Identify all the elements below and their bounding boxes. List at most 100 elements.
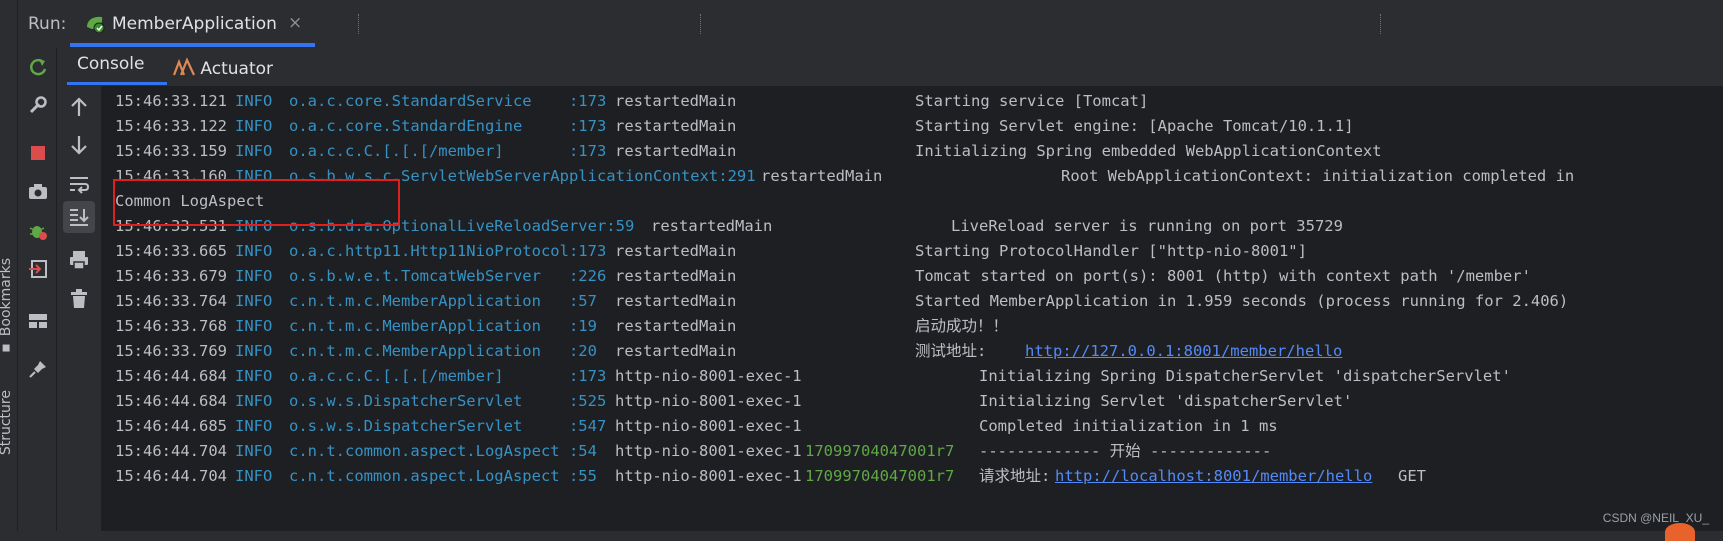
rerun-icon[interactable] bbox=[27, 56, 49, 78]
log-level: INFO bbox=[235, 367, 273, 385]
trash-icon[interactable] bbox=[68, 288, 90, 310]
log-thread: http-nio-8001-exec-1 bbox=[615, 367, 802, 385]
console-line: 15:46:33.121 INFO o.a.c.core.StandardServi… bbox=[115, 89, 1715, 114]
log-logger: c.n.t.common.aspect.LogAspect :54 bbox=[289, 442, 597, 460]
bookmarks-tab-label: Bookmarks bbox=[0, 258, 14, 337]
run-actions-column bbox=[18, 48, 57, 531]
scroll-to-end-icon[interactable] bbox=[68, 206, 90, 228]
console-line: 15:46:33.769 INFO c.n.t.m.c.MemberApplicat… bbox=[115, 339, 1715, 364]
log-trace-id: 17099704047001r7 bbox=[805, 467, 955, 485]
log-message: 请求地址: bbox=[979, 467, 1051, 485]
print-icon[interactable] bbox=[68, 249, 90, 271]
console-line: 15:46:44.685 INFO o.s.w.s.DispatcherServle… bbox=[115, 414, 1715, 439]
bookmarks-tab[interactable]: ▪ Bookmarks bbox=[0, 258, 18, 357]
console-line: 15:46:33.665 INFO o.a.c.http11.Http11NioPr… bbox=[115, 239, 1715, 264]
log-logger: o.s.b.w.e.t.TomcatWebServer :226 bbox=[289, 267, 607, 285]
run-subtabs: Console Actuator bbox=[57, 48, 1723, 87]
spring-boot-app-icon bbox=[87, 16, 105, 34]
log-thread: restartedMain bbox=[615, 142, 737, 160]
arrow-down-icon[interactable] bbox=[68, 134, 90, 156]
log-timestamp: 15:46:33.159 bbox=[115, 142, 227, 160]
console-line: 15:46:44.704 INFO c.n.t.common.aspect.LogA… bbox=[115, 464, 1715, 489]
log-link[interactable]: http://127.0.0.1:8001/member/hello bbox=[1025, 339, 1342, 364]
tab-actuator[interactable]: Actuator bbox=[172, 54, 273, 79]
log-message: Root WebApplicationContext: initializati… bbox=[1061, 167, 1575, 185]
log-logger: c.n.t.common.aspect.LogAspect :55 bbox=[289, 467, 597, 485]
log-logger: c.n.t.m.c.MemberApplication :19 bbox=[289, 317, 597, 335]
debug-icon[interactable] bbox=[27, 220, 49, 242]
log-message: Started MemberApplication in 1.959 secon… bbox=[915, 292, 1569, 310]
log-timestamp: 15:46:33.665 bbox=[115, 242, 227, 260]
log-timestamp: 15:46:33.768 bbox=[115, 317, 227, 335]
run-tab-member-application[interactable]: MemberApplication × bbox=[70, 0, 315, 48]
log-message: Starting ProtocolHandler ["http-nio-8001… bbox=[915, 242, 1307, 260]
log-timestamp: 15:46:44.684 bbox=[115, 392, 227, 410]
log-thread: restartedMain bbox=[761, 167, 883, 185]
log-thread: http-nio-8001-exec-1 bbox=[615, 442, 802, 460]
log-thread: restartedMain bbox=[615, 342, 737, 360]
toolbar-separator bbox=[1380, 14, 1381, 34]
log-level: INFO bbox=[235, 267, 273, 285]
log-level: INFO bbox=[235, 442, 273, 460]
tab-console-label: Console bbox=[77, 54, 145, 74]
console-line: 15:46:44.684 INFO o.a.c.c.C.[.[.[/member] … bbox=[115, 364, 1715, 389]
log-timestamp: 15:46:44.704 bbox=[115, 442, 227, 460]
log-thread: restartedMain bbox=[651, 217, 773, 235]
log-logger: o.a.c.c.C.[.[.[/member] :173 bbox=[289, 142, 607, 160]
log-link[interactable]: http://localhost:8001/member/hello bbox=[1055, 464, 1372, 489]
log-timestamp: 15:46:44.684 bbox=[115, 367, 227, 385]
log-thread: http-nio-8001-exec-1 bbox=[615, 467, 802, 485]
console-line: 15:46:33.679 INFO o.s.b.w.e.t.TomcatWebSer… bbox=[115, 264, 1715, 289]
active-tab-indicator bbox=[70, 43, 315, 47]
active-subtab-indicator bbox=[67, 82, 167, 85]
log-logger: c.n.t.m.c.MemberApplication :20 bbox=[289, 342, 597, 360]
layout-icon[interactable] bbox=[27, 310, 49, 332]
log-timestamp: 15:46:33.764 bbox=[115, 292, 227, 310]
log-level: INFO bbox=[235, 392, 273, 410]
pin-icon[interactable] bbox=[27, 358, 49, 380]
log-thread: restartedMain bbox=[615, 317, 737, 335]
toolbar-separator bbox=[700, 14, 701, 34]
log-message: 启动成功！！ bbox=[915, 317, 1009, 335]
soft-wrap-icon[interactable] bbox=[68, 173, 90, 195]
log-thread: restartedMain bbox=[615, 117, 737, 135]
console-toolbar bbox=[57, 86, 102, 531]
tab-actuator-label: Actuator bbox=[200, 59, 273, 79]
log-logger: o.a.c.http11.Http11NioProtocol:173 bbox=[289, 242, 607, 260]
actuator-icon bbox=[172, 57, 195, 76]
log-level: INFO bbox=[235, 117, 273, 135]
log-thread: restartedMain bbox=[615, 92, 737, 110]
log-logger: o.a.c.core.StandardService :173 bbox=[289, 92, 607, 110]
log-level: INFO bbox=[235, 242, 273, 260]
console-line: 15:46:33.768 INFO c.n.t.m.c.MemberApplicat… bbox=[115, 314, 1715, 339]
log-message: ------------- 开始 ------------- bbox=[979, 442, 1272, 460]
stop-icon[interactable] bbox=[27, 142, 49, 164]
close-tab-icon[interactable]: × bbox=[288, 13, 302, 33]
log-level: INFO bbox=[235, 342, 273, 360]
log-timestamp: 15:46:44.704 bbox=[115, 467, 227, 485]
tab-console[interactable]: Console bbox=[77, 54, 145, 74]
console-line: 15:46:33.764 INFO c.n.t.m.c.MemberApplicat… bbox=[115, 289, 1715, 314]
log-logger: o.a.c.core.StandardEngine :173 bbox=[289, 117, 607, 135]
log-message: Initializing Servlet 'dispatcherServlet' bbox=[979, 392, 1353, 410]
wrench-icon[interactable] bbox=[27, 94, 49, 116]
corner-decoration bbox=[1665, 523, 1695, 541]
log-thread: http-nio-8001-exec-1 bbox=[615, 417, 802, 435]
log-timestamp: 15:46:44.685 bbox=[115, 417, 227, 435]
arrow-up-icon[interactable] bbox=[68, 96, 90, 118]
log-logger: o.a.c.c.C.[.[.[/member] :173 bbox=[289, 367, 607, 385]
console-output[interactable]: 15:46:33.121 INFO o.a.c.core.StandardServi… bbox=[102, 86, 1723, 531]
structure-tab[interactable]: Structure bbox=[0, 390, 18, 455]
watermark: CSDN @NEIL_XU_ bbox=[1602, 511, 1709, 525]
camera-icon[interactable] bbox=[27, 180, 49, 202]
log-message: Completed initialization in 1 ms bbox=[979, 417, 1278, 435]
structure-tab-label: Structure bbox=[0, 390, 14, 456]
highlight-annotation-box bbox=[113, 179, 400, 226]
console-line: 15:46:33.159 INFO o.a.c.c.C.[.[.[/member] … bbox=[115, 139, 1715, 164]
toolbar-separator bbox=[358, 14, 359, 34]
log-message: LiveReload server is running on port 357… bbox=[951, 217, 1343, 235]
log-level: INFO bbox=[235, 92, 273, 110]
log-level: INFO bbox=[235, 142, 273, 160]
log-message: 测试地址: bbox=[915, 342, 987, 360]
exit-icon[interactable] bbox=[27, 258, 49, 280]
